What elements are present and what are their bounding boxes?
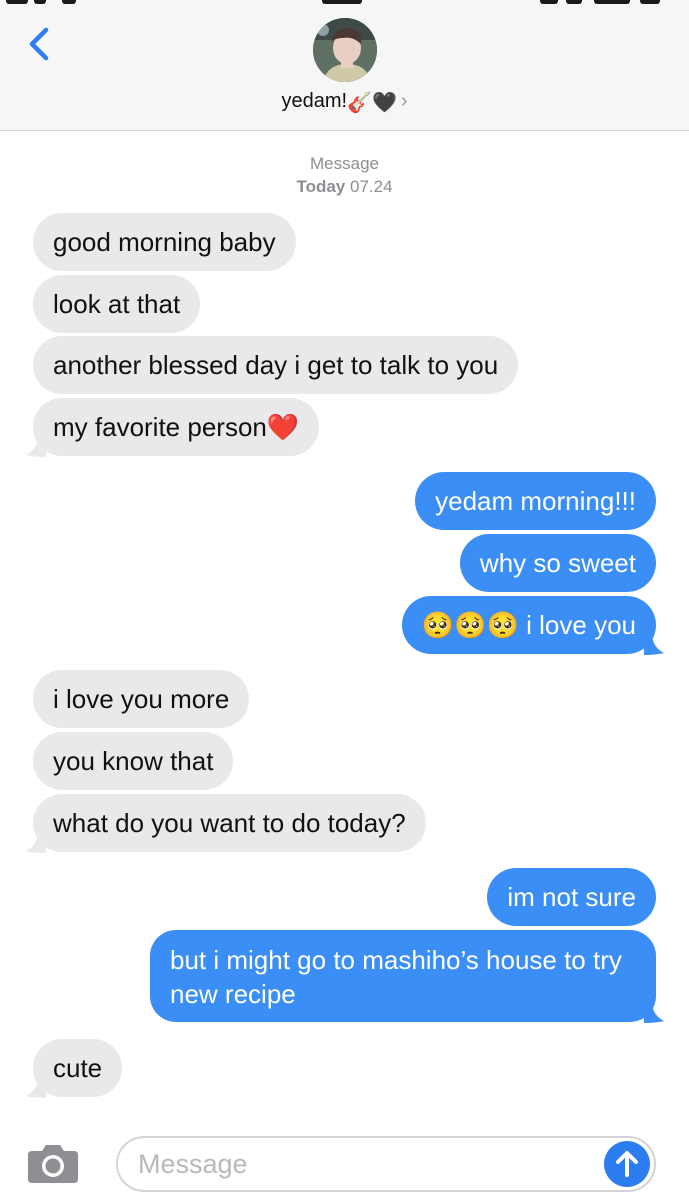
camera-icon [28, 1145, 78, 1183]
contact-name: yedam! [281, 90, 348, 112]
contact-name-button[interactable]: yedam!🎸🖤 › [0, 86, 689, 118]
arrow-up-icon [616, 1151, 638, 1177]
bubble-tail [644, 1001, 664, 1023]
incoming-message[interactable]: good morning baby [33, 213, 296, 271]
chevron-right-icon: › [400, 90, 408, 112]
incoming-message[interactable]: my favorite person❤️ [33, 398, 320, 456]
contact-avatar[interactable] [313, 18, 377, 82]
incoming-message[interactable]: i love you more [33, 670, 250, 728]
outgoing-message[interactable]: but i might go to mashiho’s house to try… [150, 930, 656, 1022]
status-bar [0, 0, 689, 6]
incoming-message[interactable]: you know that [33, 732, 234, 790]
chevron-left-icon [29, 27, 49, 61]
outgoing-message[interactable]: im not sure [487, 868, 656, 926]
outgoing-message[interactable]: yedam morning!!! [415, 472, 656, 530]
message-timestamp: Message Today 07.24 [0, 152, 689, 198]
message-input-placeholder: Message [138, 1149, 248, 1179]
send-button[interactable] [604, 1141, 650, 1187]
bubble-tail [26, 435, 46, 457]
bubble-tail [26, 1076, 46, 1098]
outgoing-message[interactable]: 🥺🥺🥺 i love you [401, 596, 656, 654]
incoming-message[interactable]: look at that [33, 275, 201, 333]
incoming-message[interactable]: another blessed day i get to talk to you [33, 336, 519, 394]
bubble-tail [644, 633, 664, 655]
timestamp-time: 07.24 [350, 177, 393, 196]
service-label: Message [310, 154, 379, 173]
outgoing-message[interactable]: why so sweet [459, 534, 656, 592]
timestamp-day: Today [296, 177, 346, 196]
incoming-message[interactable]: what do you want to do today? [33, 794, 426, 852]
incoming-message[interactable]: cute [33, 1039, 123, 1097]
contact-emojis: 🎸🖤 [347, 92, 397, 114]
back-button[interactable] [22, 24, 58, 64]
avatar-photo [313, 18, 377, 82]
conversation-header: yedam!🎸🖤 › [0, 0, 689, 131]
camera-button[interactable] [26, 1141, 80, 1185]
bubble-tail [26, 831, 46, 853]
